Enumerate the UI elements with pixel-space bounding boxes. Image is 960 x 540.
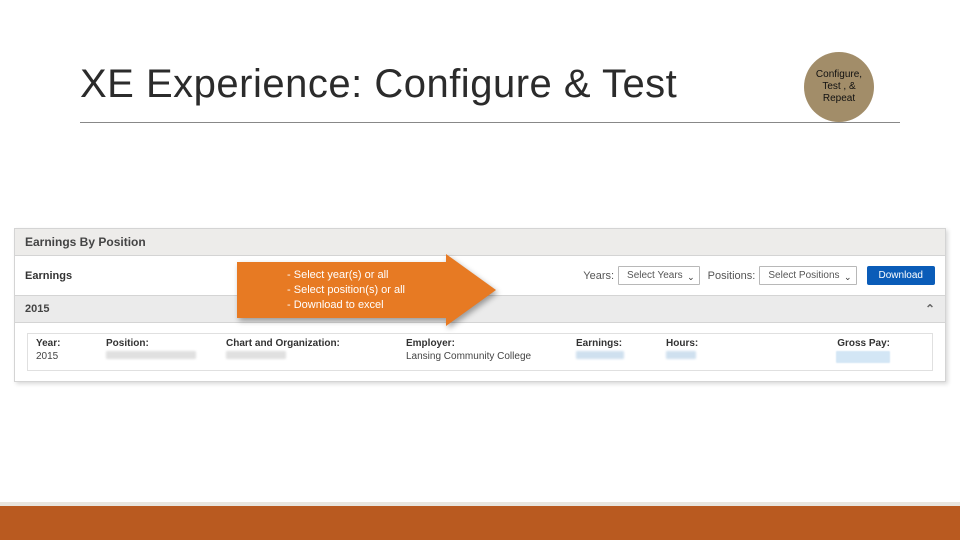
redacted — [226, 351, 286, 359]
year-group-label: 2015 — [25, 303, 49, 315]
col-hours: Hours: — [660, 338, 780, 351]
col-employer: Employer: — [400, 338, 570, 351]
positions-label: Positions: — [708, 270, 756, 282]
callout-arrow: Select year(s) or all Select position(s)… — [237, 254, 527, 326]
redacted — [576, 351, 624, 359]
earnings-label: Earnings — [25, 270, 245, 282]
cell-hours — [660, 351, 780, 366]
header-row: Year: Position: Chart and Organization: … — [30, 338, 930, 351]
col-chart: Chart and Organization: — [220, 338, 400, 351]
col-position: Position: — [100, 338, 220, 351]
detail-table: Year: Position: Chart and Organization: … — [27, 333, 933, 371]
callout-text: Select year(s) or all Select position(s)… — [287, 268, 405, 313]
cell-earnings — [570, 351, 660, 366]
cell-year: 2015 — [30, 351, 100, 366]
stage-badge: Configure, Test , & Repeat — [804, 52, 874, 122]
col-earnings: Earnings: — [570, 338, 660, 351]
chevron-up-icon: ⌃ — [925, 302, 935, 316]
badge-text: Configure, Test , & Repeat — [816, 69, 862, 105]
title-underline — [80, 122, 900, 123]
col-year: Year: — [30, 338, 100, 351]
cell-employer: Lansing Community College — [400, 351, 570, 366]
redacted — [106, 351, 196, 359]
positions-select[interactable]: Select Positions ⌄ — [759, 266, 856, 285]
redacted — [666, 351, 696, 359]
chevron-down-icon: ⌄ — [687, 272, 695, 283]
years-select[interactable]: Select Years ⌄ — [618, 266, 700, 285]
redacted — [836, 351, 890, 363]
cell-chart — [220, 351, 400, 366]
title-row: XE Experience: Configure & Test — [80, 62, 880, 107]
cell-position — [100, 351, 220, 366]
download-button[interactable]: Download — [867, 266, 935, 285]
footer-bar — [0, 506, 960, 540]
panel-header: Earnings By Position — [15, 229, 945, 256]
detail-section: Year: Position: Chart and Organization: … — [15, 323, 945, 381]
col-gross: Gross Pay: — [780, 338, 930, 351]
table-row: 2015 Lansing Community College — [30, 351, 930, 366]
arrow-head-icon — [446, 254, 496, 326]
slide: XE Experience: Configure & Test Configur… — [0, 0, 960, 540]
page-title: XE Experience: Configure & Test — [80, 62, 677, 107]
years-label: Years: — [583, 270, 614, 282]
chevron-down-icon: ⌄ — [844, 272, 852, 283]
cell-gross — [780, 351, 930, 366]
